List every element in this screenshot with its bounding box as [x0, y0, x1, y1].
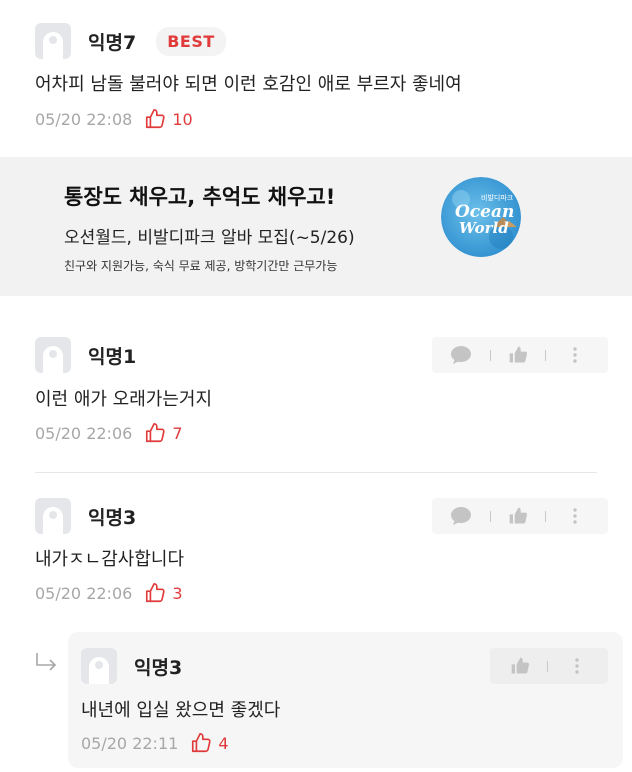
comment-header: 익명3 [35, 498, 136, 534]
avatar[interactable] [81, 648, 117, 684]
logo-line-2: World [459, 219, 509, 237]
reply-date: 05/20 22:11 [81, 733, 179, 753]
comment-header: 익명7 BEST [35, 23, 226, 59]
ad-banner[interactable]: 통장도 채우고, 추억도 채우고! 오션월드, 비발디파크 알바 모집(~5/2… [0, 157, 632, 296]
reply-text: 내년에 입실 왔으면 좋겠다 [81, 700, 281, 721]
comment-text: 이런 애가 오래가는거지 [35, 389, 213, 410]
comment-text: 어차피 남돌 불러야 되면 이런 호감인 애로 부르자 좋네여 [35, 74, 462, 95]
comment-text: 내가ㅈㄴ감사합니다 [35, 549, 185, 570]
more-vertical-icon[interactable] [575, 658, 579, 674]
more-vertical-icon[interactable] [573, 347, 577, 363]
ocean-world-logo: 비발디파크 Ocean World [441, 177, 521, 257]
comment-meta: 05/20 22:08 10 [35, 108, 193, 130]
reply-actions [490, 648, 608, 684]
thumbs-up-outline-icon[interactable] [144, 582, 166, 604]
ad-subtitle: 오션월드, 비발디파크 알바 모집(~5/26) [64, 228, 355, 248]
reply-item: 익명3 내년에 입실 왔으면 좋겠다 05/20 22:11 4 [68, 632, 623, 768]
author-nickname[interactable]: 익명3 [88, 503, 136, 530]
more-vertical-icon[interactable] [573, 508, 577, 524]
ad-title: 통장도 채우고, 추억도 채우고! [64, 185, 336, 209]
avatar[interactable] [35, 498, 71, 534]
comment-date: 05/20 22:08 [35, 109, 133, 129]
comment-date: 05/20 22:06 [35, 583, 133, 603]
divider [490, 349, 491, 361]
ad-details: 친구와 지원가능, 숙식 무료 제공, 방학기간만 근무가능 [64, 259, 338, 273]
thumbs-up-icon[interactable] [510, 656, 530, 676]
thumbs-up-outline-icon[interactable] [190, 732, 212, 754]
author-nickname[interactable]: 익명7 [88, 28, 136, 55]
divider [547, 660, 548, 672]
like-count: 3 [172, 583, 183, 603]
reply-arrow-icon [35, 652, 59, 676]
speech-bubble-icon[interactable] [450, 345, 472, 365]
thumbs-up-icon[interactable] [508, 506, 528, 526]
thumbs-up-outline-icon[interactable] [144, 422, 166, 444]
default-avatar-icon [43, 346, 63, 373]
divider [545, 349, 546, 361]
best-badge: BEST [156, 26, 226, 56]
default-avatar-icon [89, 657, 109, 684]
author-nickname[interactable]: 익명3 [134, 653, 182, 680]
comment-header: 익명1 [35, 337, 136, 373]
avatar[interactable] [35, 337, 71, 373]
reply-meta: 05/20 22:11 4 [81, 732, 229, 754]
speech-bubble-icon[interactable] [450, 506, 472, 526]
divider [545, 510, 546, 522]
comment-meta: 05/20 22:06 7 [35, 422, 183, 444]
comment-date: 05/20 22:06 [35, 423, 133, 443]
comment-meta: 05/20 22:06 3 [35, 582, 183, 604]
like-count: 4 [218, 733, 229, 753]
default-avatar-icon [43, 32, 63, 59]
avatar[interactable] [35, 23, 71, 59]
divider [490, 510, 491, 522]
comment-divider [35, 472, 597, 473]
author-nickname[interactable]: 익명1 [88, 342, 136, 369]
like-count: 7 [172, 423, 183, 443]
thumbs-up-outline-icon[interactable] [144, 108, 166, 130]
reply-header: 익명3 [81, 648, 182, 684]
comment-actions [432, 498, 608, 534]
thumbs-up-icon[interactable] [508, 345, 528, 365]
default-avatar-icon [43, 507, 63, 534]
comment-actions [432, 337, 608, 373]
like-count: 10 [172, 109, 193, 129]
